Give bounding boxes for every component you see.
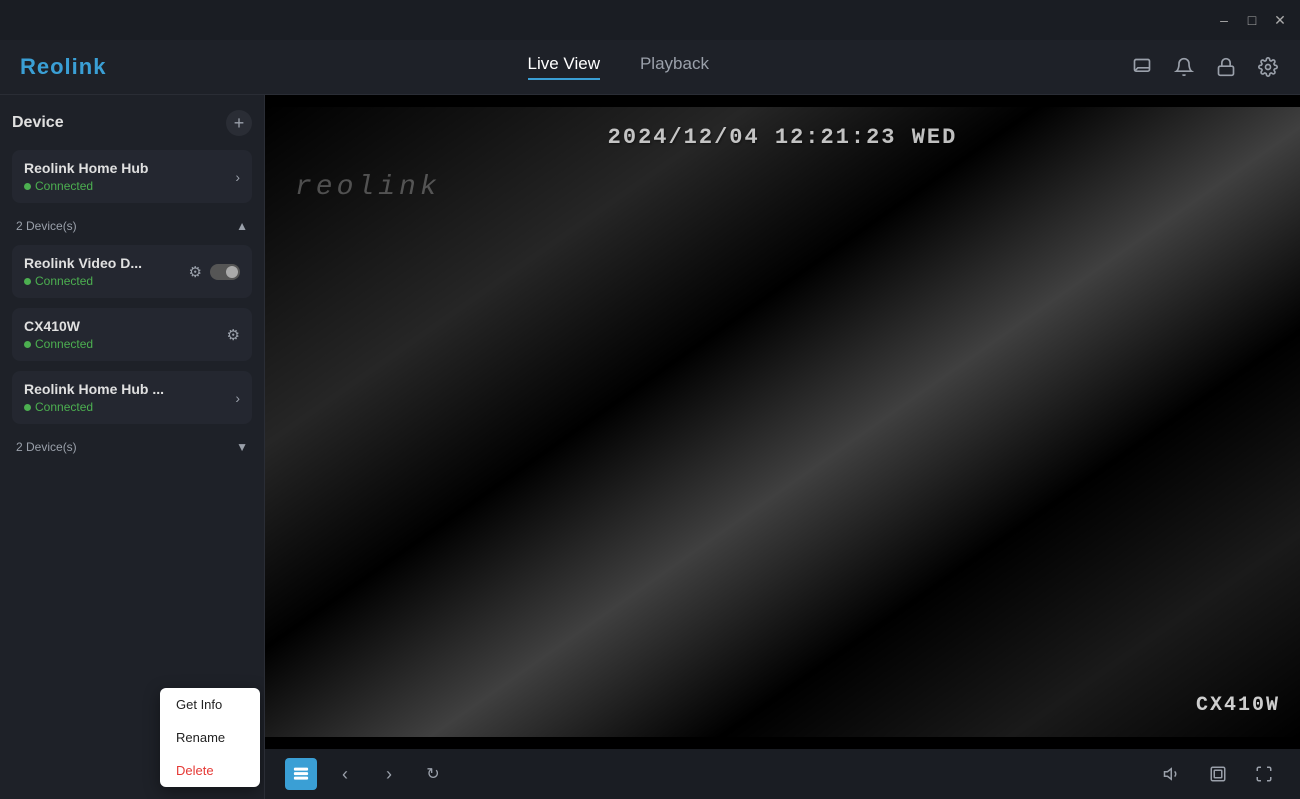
context-menu-get-info[interactable]: Get Info xyxy=(160,688,260,721)
device-group-header-2: Reolink Home Hub ... Connected › xyxy=(24,381,240,414)
gear-icon[interactable]: ⚙ xyxy=(189,263,202,281)
sub-device-cx410w: CX410W Connected ⚙ Get Info Rename Delet… xyxy=(12,308,252,361)
device-count-label: 2 Device(s) xyxy=(16,219,77,233)
chevron-right-icon-2[interactable]: › xyxy=(235,390,240,406)
header: Reolink Live View Playback xyxy=(0,40,1300,95)
context-menu-rename[interactable]: Rename xyxy=(160,721,260,754)
list-view-button[interactable] xyxy=(285,758,317,790)
next-button[interactable]: › xyxy=(373,758,405,790)
camera-feed: 2024/12/04 12:21:23 WED reolink CX410W xyxy=(265,107,1300,737)
header-icons xyxy=(1130,55,1280,79)
tab-playback[interactable]: Playback xyxy=(640,54,709,80)
toolbar-right xyxy=(1156,758,1280,790)
refresh-button[interactable]: ↻ xyxy=(417,758,449,790)
prev-button[interactable]: ‹ xyxy=(329,758,361,790)
video-area: 2024/12/04 12:21:23 WED reolink CX410W ‹… xyxy=(265,95,1300,799)
device-group-home-hub: Reolink Home Hub Connected › xyxy=(12,150,252,203)
logo: Reolink xyxy=(20,54,106,80)
device-name-home-hub: Reolink Home Hub Connected xyxy=(24,160,148,193)
device-count-bar-2: 2 Device(s) ▼ xyxy=(12,434,252,460)
fullscreen-button[interactable] xyxy=(1248,758,1280,790)
message-icon[interactable] xyxy=(1130,55,1154,79)
nav-tabs: Live View Playback xyxy=(528,54,709,80)
video-toolbar: ‹ › ↻ xyxy=(265,749,1300,799)
minimize-button[interactable]: – xyxy=(1216,12,1232,28)
video-content: 2024/12/04 12:21:23 WED reolink CX410W xyxy=(265,107,1300,737)
maximize-button[interactable]: □ xyxy=(1244,12,1260,28)
device-toggle[interactable] xyxy=(210,264,240,280)
settings-icon[interactable] xyxy=(1256,55,1280,79)
gear-icon-cx410w[interactable]: ⚙ xyxy=(227,326,240,344)
chevron-right-icon[interactable]: › xyxy=(235,169,240,185)
sidebar-title: Device xyxy=(12,114,64,132)
add-device-button[interactable]: + xyxy=(226,110,252,136)
device-group-home-hub-2: Reolink Home Hub ... Connected › xyxy=(12,371,252,424)
notification-icon[interactable] xyxy=(1172,55,1196,79)
main-content: Device + Reolink Home Hub Connected › 2 … xyxy=(0,95,1300,799)
camera-timestamp: 2024/12/04 12:21:23 WED xyxy=(608,125,958,150)
close-button[interactable]: ✕ xyxy=(1272,12,1288,28)
collapse-arrow-icon[interactable]: ▲ xyxy=(236,219,248,233)
context-menu-delete[interactable]: Delete xyxy=(160,754,260,787)
device-group-header: Reolink Home Hub Connected › xyxy=(24,160,240,193)
context-menu: Get Info Rename Delete xyxy=(160,688,260,787)
device-count-bar: 2 Device(s) ▲ xyxy=(12,213,252,239)
sidebar: Device + Reolink Home Hub Connected › 2 … xyxy=(0,95,265,799)
toolbar-left: ‹ › ↻ xyxy=(285,758,449,790)
sidebar-header: Device + xyxy=(12,110,252,136)
titlebar: – □ ✕ xyxy=(0,0,1300,40)
camera-watermark: reolink xyxy=(295,172,441,203)
video-black-bar-top xyxy=(265,95,1300,107)
window-button[interactable] xyxy=(1202,758,1234,790)
sub-device-video: Reolink Video D... Connected ⚙ xyxy=(12,245,252,298)
video-black-bar-bottom xyxy=(265,737,1300,749)
device-count-label-2: 2 Device(s) xyxy=(16,440,77,454)
volume-button[interactable] xyxy=(1156,758,1188,790)
lock-icon[interactable] xyxy=(1214,55,1238,79)
expand-arrow-icon[interactable]: ▼ xyxy=(236,440,248,454)
camera-label: CX410W xyxy=(1196,694,1280,717)
tab-live-view[interactable]: Live View xyxy=(528,54,600,80)
